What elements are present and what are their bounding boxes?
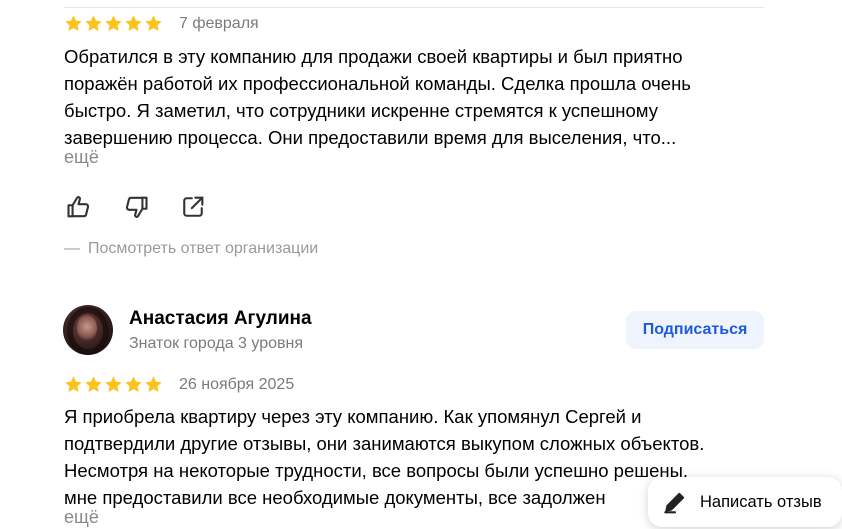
org-reply-dash: — [64, 240, 80, 257]
dislike-button[interactable] [121, 192, 151, 222]
review-date: 7 февраля [179, 15, 259, 32]
write-review-button[interactable]: Написать отзыв [648, 477, 842, 527]
star-icon [124, 14, 143, 33]
review-text-line: Я приобрела квартиру через эту компанию.… [64, 406, 642, 427]
review-date: 26 ноября 2025 [179, 376, 295, 393]
star-icon [144, 14, 163, 33]
star-icon [84, 14, 103, 33]
review-text-line: Обратился в эту компанию для продажи сво… [64, 46, 683, 67]
star-icon [84, 375, 103, 394]
author-level: Знаток города 3 уровня [129, 335, 304, 352]
star-icon [104, 14, 123, 33]
review-text: Обратился в эту компанию для продажи сво… [64, 43, 774, 151]
review-divider [64, 7, 764, 8]
star-icon [124, 375, 143, 394]
rating-stars [64, 14, 163, 33]
rating-stars [64, 375, 163, 394]
star-icon [104, 375, 123, 394]
review-text-line: завершению процесса. Они предоставили вр… [64, 127, 677, 148]
org-reply-label: Посмотреть ответ организации [88, 240, 319, 257]
thumbs-down-icon [125, 196, 148, 218]
share-icon [183, 196, 204, 217]
pencil-icon [664, 492, 685, 514]
star-icon [144, 375, 163, 394]
subscribe-button[interactable]: Подписаться [626, 311, 764, 349]
share-button[interactable] [178, 192, 208, 222]
review-text-line: быстро. Я заметил, что сотрудники искрен… [64, 100, 658, 121]
show-more-link[interactable]: ещё [64, 147, 99, 168]
review-text-line: подтвердили другие отзывы, они занимаютс… [64, 433, 705, 454]
star-icon [64, 375, 83, 394]
show-more-link[interactable]: ещё [64, 507, 99, 528]
avatar-face [77, 315, 97, 341]
review-text-line: поражён работой их профессиональной кома… [64, 73, 691, 94]
star-icon [64, 14, 83, 33]
like-button[interactable] [64, 192, 94, 222]
thumbs-up-icon [67, 196, 90, 218]
author-name[interactable]: Анастасия Агулина [129, 308, 312, 330]
org-reply-link[interactable]: — Посмотреть ответ организации [64, 240, 318, 258]
write-review-label: Написать отзыв [700, 492, 822, 511]
avatar[interactable] [63, 305, 113, 355]
